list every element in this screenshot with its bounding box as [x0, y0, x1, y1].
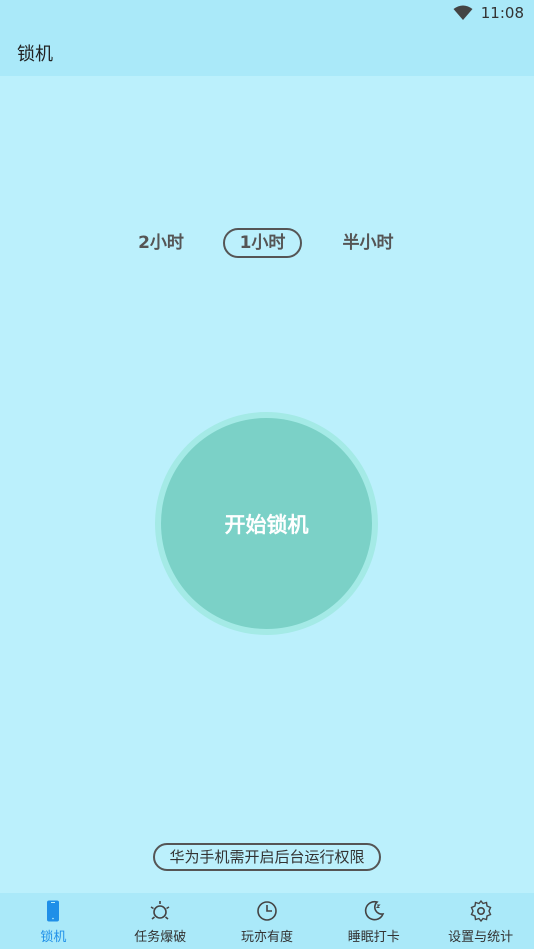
duration-option-half-hour[interactable]: 半小时: [328, 228, 408, 258]
page-title: 锁机: [17, 44, 53, 65]
app-bar: 锁机: [0, 28, 534, 76]
nav-label: 睡眠打卡: [347, 930, 400, 945]
nav-label: 玩亦有度: [240, 930, 293, 945]
status-right: 11:08: [453, 4, 524, 22]
gear-icon: [470, 899, 491, 923]
pie-clock-icon: [257, 901, 277, 921]
start-lock-button[interactable]: 开始锁机: [161, 418, 372, 629]
duration-option-2h[interactable]: 2小时: [122, 228, 200, 258]
duration-selector: 2小时 1小时 半小时: [0, 228, 534, 262]
status-time: 11:08: [480, 4, 524, 22]
start-lock-label: 开始锁机: [224, 512, 309, 537]
phone-icon: [47, 900, 60, 922]
nav-item-task-burst[interactable]: 任务爆破: [107, 893, 214, 949]
nav-label: 设置与统计: [448, 930, 514, 945]
nav-label: 锁机: [40, 930, 67, 945]
burst-icon: [150, 901, 170, 920]
wifi-icon: [453, 5, 473, 20]
nav-item-play-moderately[interactable]: 玩亦有度: [214, 893, 321, 949]
nav-item-lock[interactable]: 锁机: [0, 893, 107, 949]
nav-item-sleep-checkin[interactable]: 睡眠打卡: [320, 893, 427, 949]
nav-label: 任务爆破: [134, 930, 187, 945]
permission-note-button[interactable]: 华为手机需开启后台运行权限: [153, 843, 381, 871]
bottom-nav: 锁机 任务爆破 玩亦有度 睡眠打卡 设置与统计: [0, 893, 534, 949]
status-bar: 11:08: [0, 0, 534, 28]
nav-item-settings-stats[interactable]: 设置与统计: [427, 893, 534, 949]
duration-option-1h-selected[interactable]: 1小时: [223, 228, 302, 258]
moon-icon: [364, 900, 385, 921]
